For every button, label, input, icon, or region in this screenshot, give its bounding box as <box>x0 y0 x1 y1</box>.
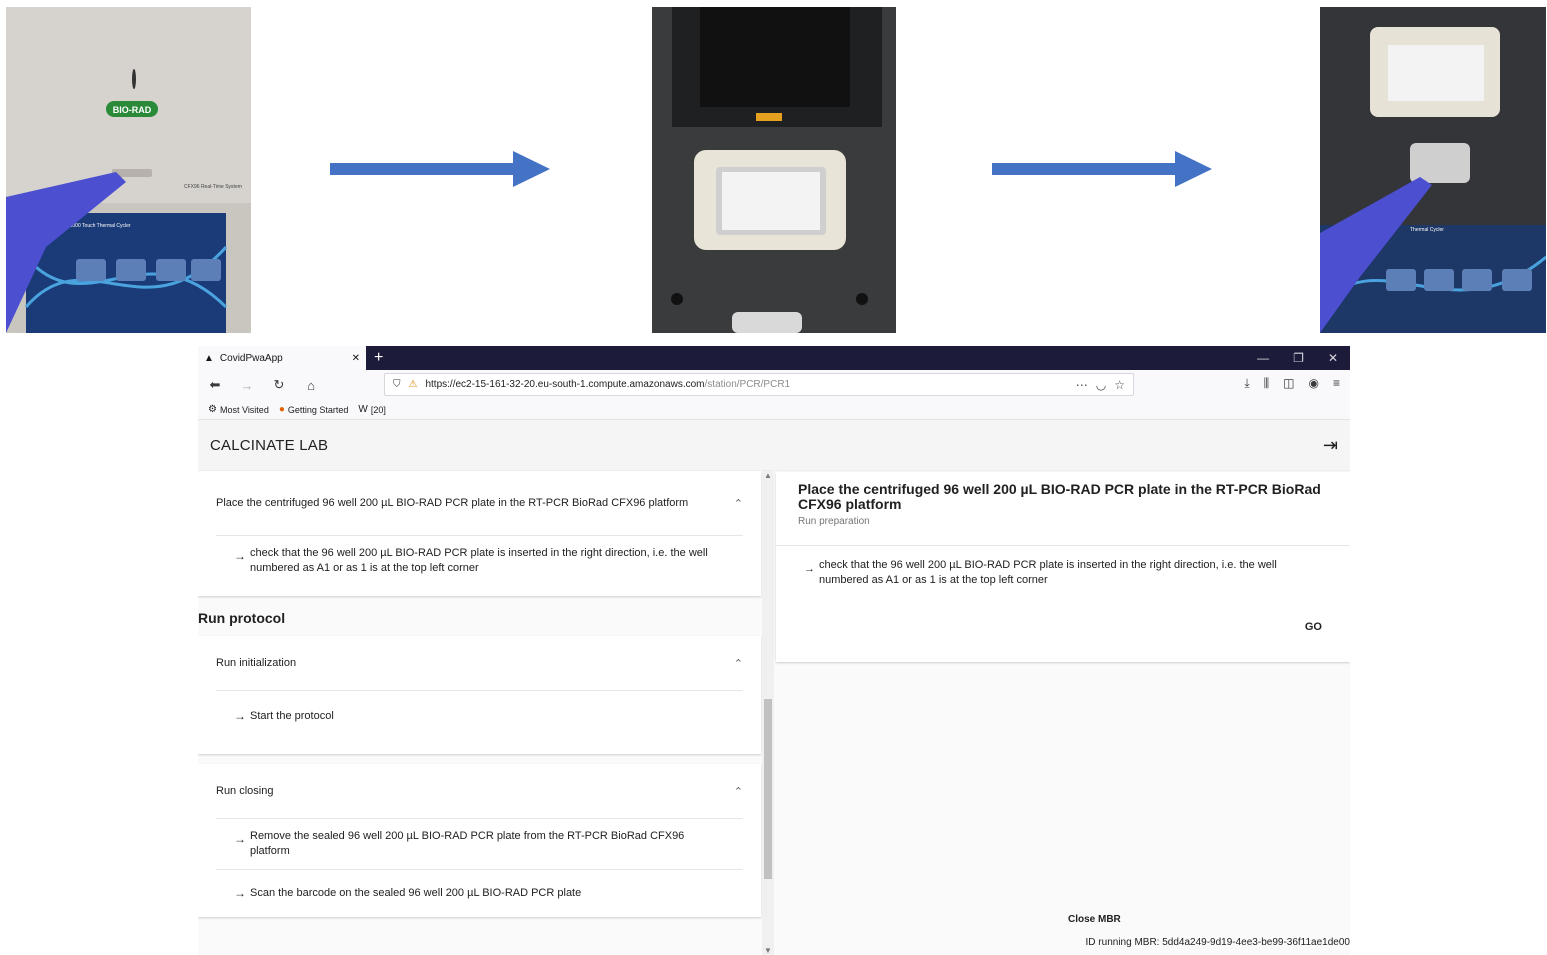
restore-icon[interactable]: ❐ <box>1293 351 1304 365</box>
gear-icon: ⚙ <box>208 404 217 415</box>
list-item: → check that the 96 well 200 µL BIO-RAD … <box>234 547 708 574</box>
sidebar-icon[interactable]: ◫ <box>1283 376 1294 391</box>
app-title: CALCINATE LAB <box>210 436 329 454</box>
firefox-icon: ● <box>278 404 285 415</box>
step-list: → check that the 96 well 200 µL BIO-RAD … <box>216 535 743 596</box>
expansion-title: Run closing <box>216 785 274 797</box>
bookmarks-bar: ⚙ Most Visited ● Getting Started W [20] <box>198 400 1350 420</box>
wikipedia-icon: W <box>358 404 368 415</box>
list-item: → Remove the sealed 96 well 200 µL BIO-R… <box>216 819 743 870</box>
star-icon[interactable]: ☆ <box>1114 378 1125 392</box>
arrow-right-icon <box>330 151 550 187</box>
detail-step: → check that the 96 well 200 µL BIO-RAD … <box>804 559 1277 586</box>
expansion-header[interactable]: Run initialization ⌃ <box>198 636 761 690</box>
arrow-right-icon <box>992 151 1212 187</box>
reload-icon[interactable]: ↻ <box>268 377 290 393</box>
step-list: → Remove the sealed 96 well 200 µL BIO-R… <box>216 818 743 917</box>
model-label: CFX96 Real-Time System <box>184 184 242 190</box>
menu-icon[interactable]: ≡ <box>1333 376 1340 391</box>
new-tab-button[interactable]: + <box>374 349 383 367</box>
arrow-icon: → <box>234 886 246 900</box>
toolbar-right: ⤓ ⫼ ◫ ◉ ≡ <box>1244 376 1340 391</box>
arrow-icon: → <box>804 563 815 575</box>
window-controls: — ❐ ✕ <box>1257 346 1350 370</box>
nav-bar: ⬅ → ↻ ⌂ ⛉ ⚠ https://ec2-15-161-32-20.eu-… <box>198 370 1350 400</box>
address-bar[interactable]: ⛉ ⚠ https://ec2-15-161-32-20.eu-south-1.… <box>384 373 1134 396</box>
section-title: Run protocol <box>198 610 286 626</box>
slide: BIO-RAD CFX96 Real-Time System C1000 Tou… <box>0 0 1547 955</box>
bookmark-most-visited[interactable]: ⚙ Most Visited <box>208 404 269 415</box>
close-tab-icon[interactable]: ✕ <box>352 353 360 364</box>
tab-title: CovidPwaApp <box>219 352 283 364</box>
angular-icon: ▲ <box>204 352 214 364</box>
browser-window: ▲ CovidPwaApp ✕ + — ❐ ✕ ⬅ → ↻ ⌂ ⛉ ⚠ http… <box>198 346 1350 955</box>
browser-tab[interactable]: ▲ CovidPwaApp ✕ <box>198 346 366 370</box>
chevron-up-icon[interactable]: ⌃ <box>734 657 743 670</box>
scrollbar[interactable]: ▲ ▼ <box>762 471 774 955</box>
detail-card: Place the centrifuged 96 well 200 µL BIO… <box>776 472 1350 662</box>
more-icon[interactable]: ⋯ <box>1076 378 1088 392</box>
logout-icon[interactable]: ⇥ <box>1323 435 1338 456</box>
close-mbr-button[interactable]: Close MBR <box>1068 914 1121 925</box>
arrow-icon: → <box>234 709 246 723</box>
screen-title: Thermal Cycler <box>1410 227 1444 233</box>
app-header: CALCINATE LAB ⇥ <box>198 420 1350 471</box>
account-icon[interactable]: ◉ <box>1309 376 1319 391</box>
detail-subtitle: Run preparation <box>798 516 870 527</box>
library-icon[interactable]: ⫼ <box>1264 376 1270 391</box>
bookmark-wikipedia[interactable]: W [20] <box>358 404 385 415</box>
chevron-up-icon[interactable]: ⌃ <box>734 497 743 510</box>
bio-rad-logo: BIO-RAD <box>113 105 152 115</box>
running-mbr-id: ID running MBR: 5dd4a249-9d19-4ee3-be99-… <box>1085 937 1350 948</box>
step-list: → Start the protocol <box>216 690 743 754</box>
run-closing-card: Run closing ⌃ → Remove the sealed 96 wel… <box>198 764 761 917</box>
expansion-title: Run initialization <box>216 657 297 669</box>
bookmark-getting-started[interactable]: ● Getting Started <box>279 404 349 415</box>
back-icon[interactable]: ⬅ <box>204 377 226 393</box>
url-path: /station/PCR/PCR1 <box>704 379 791 390</box>
forward-icon[interactable]: → <box>236 378 258 393</box>
pocket-icon[interactable]: ◡ <box>1096 378 1106 392</box>
scrollbar-thumb[interactable] <box>764 699 772 879</box>
place-plate-card: Place the centrifuged 96 well 200 µL BIO… <box>198 471 761 596</box>
left-panel: Place the centrifuged 96 well 200 µL BIO… <box>198 471 762 955</box>
chevron-up-icon[interactable]: ⌃ <box>734 785 743 798</box>
url-host: https://ec2-15-161-32-20.eu-south-1.comp… <box>425 379 705 390</box>
photo-instrument-open <box>652 7 896 333</box>
tab-bar: ▲ CovidPwaApp ✕ + — ❐ ✕ <box>198 346 1350 370</box>
arrow-icon: → <box>234 832 246 846</box>
list-item: → Scan the barcode on the sealed 96 well… <box>234 886 582 900</box>
close-window-icon[interactable]: ✕ <box>1328 351 1338 365</box>
run-init-card: Run initialization ⌃ → Start the protoco… <box>198 636 761 754</box>
screen-title: C1000 Touch Thermal Cycler <box>66 223 131 229</box>
home-icon[interactable]: ⌂ <box>300 378 322 393</box>
minimize-icon[interactable]: — <box>1257 351 1269 365</box>
expansion-header[interactable]: Run closing ⌃ <box>198 764 761 818</box>
scroll-down-icon[interactable]: ▼ <box>764 946 772 955</box>
download-icon[interactable]: ⤓ <box>1244 376 1249 391</box>
scroll-up-icon[interactable]: ▲ <box>764 471 772 480</box>
lock-warning-icon[interactable]: ⚠ <box>409 379 418 390</box>
expansion-title: Place the centrifuged 96 well 200 µL BIO… <box>216 497 689 509</box>
arrow-icon: → <box>234 549 246 563</box>
go-button[interactable]: GO <box>1305 621 1322 633</box>
shield-icon[interactable]: ⛉ <box>393 379 401 390</box>
photo-instrument-closing: Thermal Cycler <box>1320 7 1546 333</box>
expansion-header[interactable]: Place the centrifuged 96 well 200 µL BIO… <box>198 471 761 535</box>
photo-instrument-closed: BIO-RAD CFX96 Real-Time System C1000 Tou… <box>6 7 251 333</box>
list-item: → Start the protocol <box>234 709 334 723</box>
detail-title: Place the centrifuged 96 well 200 µL BIO… <box>798 481 1321 512</box>
